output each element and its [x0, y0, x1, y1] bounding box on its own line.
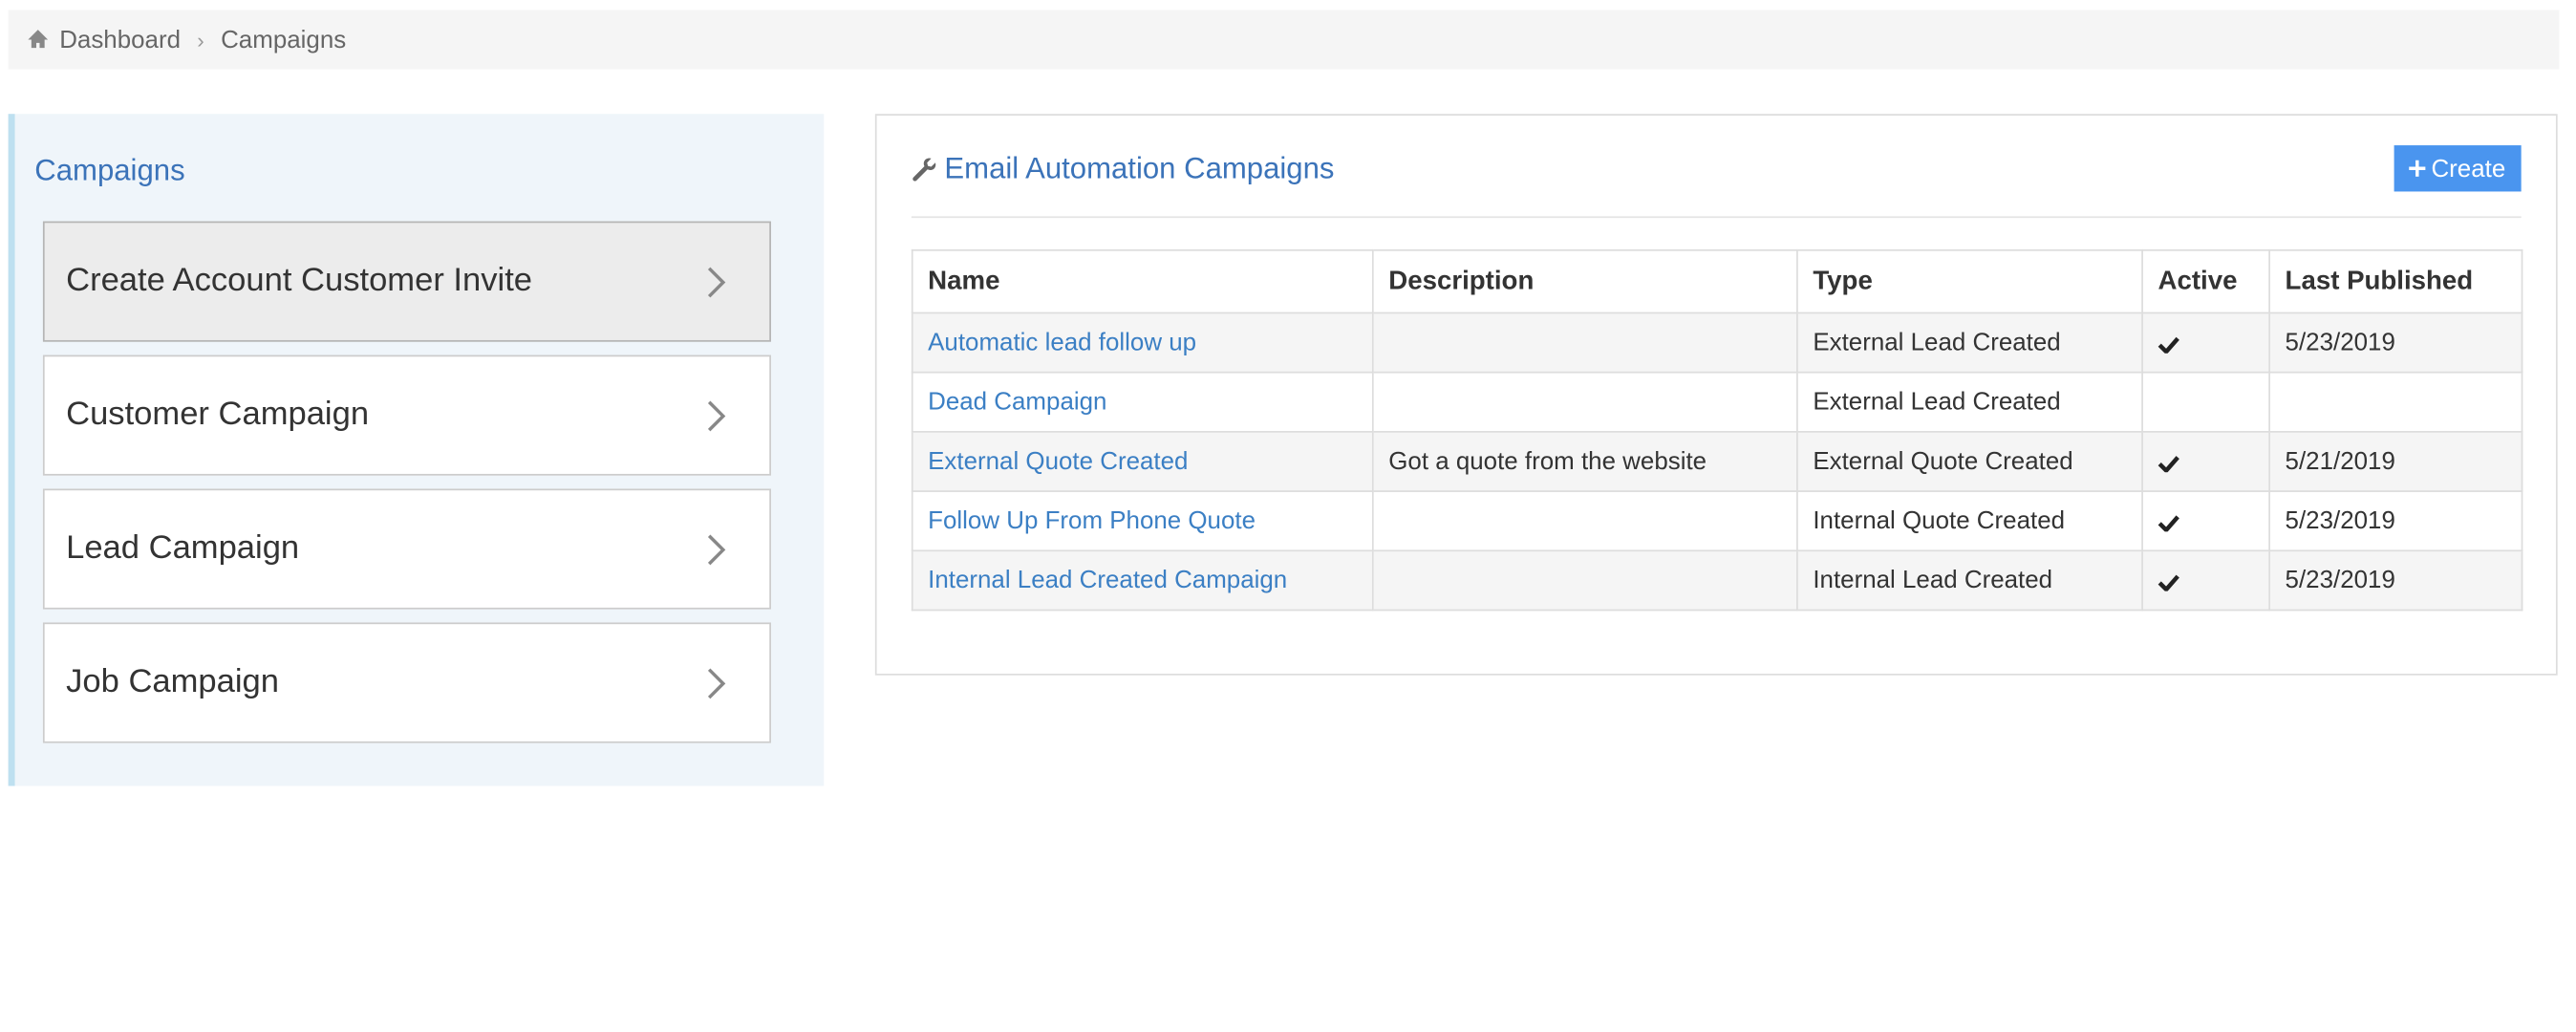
cell-active [2141, 312, 2270, 374]
cell-type: External Lead Created [1796, 371, 2143, 433]
column-header-type[interactable]: Type [1796, 248, 2143, 314]
column-header-name[interactable]: Name [911, 248, 1374, 314]
table-header-row: Name Description Type Active Last Publis… [911, 248, 2523, 314]
sidebar-item-label: Create Account Customer Invite [66, 262, 533, 299]
cell-name: External Quote Created [911, 431, 1374, 492]
cell-type: Internal Quote Created [1796, 490, 2143, 552]
plus-icon [2409, 160, 2427, 177]
cell-active [2141, 549, 2270, 612]
column-header-active[interactable]: Active [2141, 248, 2270, 314]
cell-description [1371, 371, 1798, 433]
column-header-last-published[interactable]: Last Published [2268, 248, 2523, 314]
chevron-right-icon [707, 534, 726, 566]
column-header-description[interactable]: Description [1371, 248, 1798, 314]
create-campaign-button[interactable]: Create [2394, 145, 2522, 192]
campaign-name-link[interactable]: Follow Up From Phone Quote [928, 506, 1256, 534]
cell-description [1371, 312, 1798, 374]
breadcrumb-current: Campaigns [221, 25, 347, 54]
cell-active [2141, 490, 2270, 552]
cell-last-published: 5/21/2019 [2268, 431, 2523, 492]
chevron-right-icon [707, 668, 726, 699]
cell-type: External Quote Created [1796, 431, 2143, 492]
campaigns-table: Name Description Type Active Last Publis… [911, 248, 2523, 612]
cell-name: Follow Up From Phone Quote [911, 490, 1374, 552]
table-row: External Quote Created Got a quote from t… [911, 431, 2523, 492]
create-button-label: Create [2431, 154, 2506, 183]
cell-description: Got a quote from the website [1371, 431, 1798, 492]
sidebar-campaign-item[interactable]: Job Campaign [42, 622, 771, 743]
campaign-name-link[interactable]: Internal Lead Created Campaign [928, 567, 1287, 594]
panel-title: Email Automation Campaigns [944, 151, 1335, 185]
cell-name: Internal Lead Created Campaign [911, 549, 1374, 612]
sidebar-campaign-item[interactable]: Create Account Customer Invite [42, 221, 771, 342]
chevron-right-icon [707, 267, 726, 298]
sidebar-item-label: Customer Campaign [66, 396, 370, 433]
cell-last-published: 5/23/2019 [2268, 549, 2523, 612]
table-row: Dead Campaign External Lead Created [911, 371, 2523, 433]
table-row: Follow Up From Phone Quote Internal Quote… [911, 490, 2523, 552]
checkmark-icon [2157, 567, 2179, 594]
cell-last-published: 5/23/2019 [2268, 312, 2523, 374]
campaign-name-link[interactable]: External Quote Created [928, 447, 1188, 475]
sidebar-campaign-item[interactable]: Customer Campaign [42, 355, 771, 476]
cell-last-published: 5/23/2019 [2268, 490, 2523, 552]
breadcrumb-dashboard-link[interactable]: Dashboard [59, 26, 181, 54]
panel-divider [911, 216, 2522, 219]
sidebar-item-label: Job Campaign [66, 663, 279, 700]
cell-active [2141, 431, 2270, 492]
breadcrumb: Dashboard › Campaigns [8, 10, 2560, 70]
cell-name: Dead Campaign [911, 371, 1374, 433]
sidebar-campaign-item[interactable]: Lead Campaign [42, 488, 771, 610]
home-icon[interactable] [27, 28, 50, 51]
checkmark-icon [2157, 329, 2179, 356]
cell-name: Automatic lead follow up [911, 312, 1374, 374]
cell-type: Internal Lead Created [1796, 549, 2143, 612]
cell-description [1371, 549, 1798, 612]
cell-description [1371, 490, 1798, 552]
cell-type: External Lead Created [1796, 312, 2143, 374]
campaign-name-link[interactable]: Automatic lead follow up [928, 329, 1196, 356]
chevron-right-icon [707, 400, 726, 432]
sidebar-item-label: Lead Campaign [66, 529, 300, 567]
chevron-right-icon: › [197, 27, 204, 53]
table-row: Automatic lead follow up External Lead Cr… [911, 312, 2523, 374]
checkmark-icon [2157, 447, 2179, 475]
wrench-icon [912, 157, 938, 183]
cell-last-published [2268, 371, 2523, 433]
sidebar-title: Campaigns [34, 153, 185, 187]
cell-active [2141, 371, 2270, 433]
checkmark-icon [2157, 506, 2179, 534]
table-row: Internal Lead Created Campaign Internal L… [911, 549, 2523, 612]
campaign-name-link[interactable]: Dead Campaign [928, 388, 1106, 416]
